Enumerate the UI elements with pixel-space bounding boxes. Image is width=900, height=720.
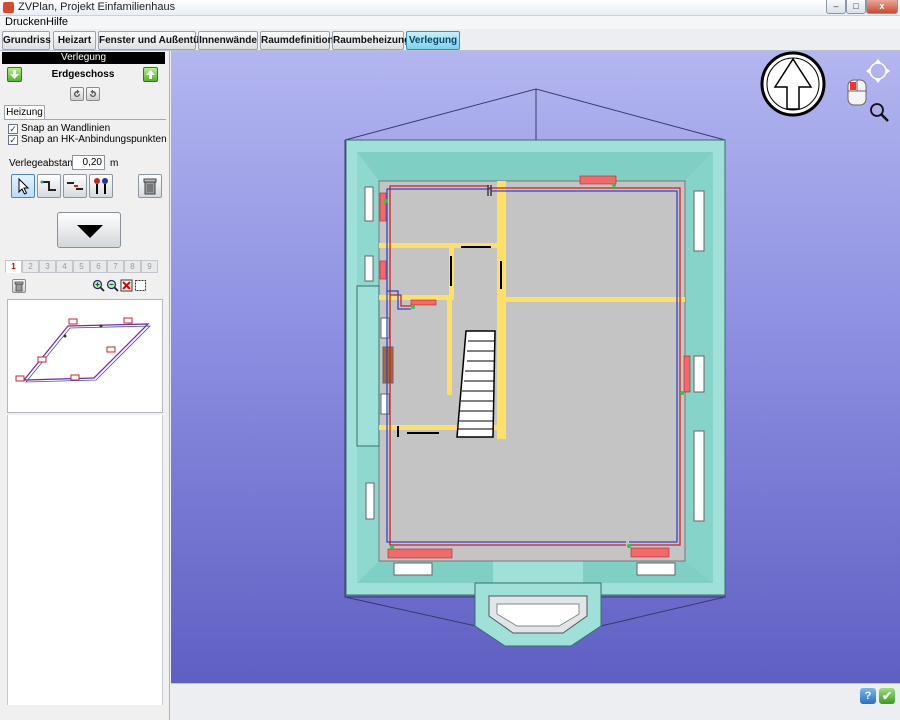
- arrow-up-icon[interactable]: [143, 67, 158, 82]
- delete-button[interactable]: [138, 174, 162, 198]
- riser-tool-button[interactable]: [89, 174, 113, 198]
- tab-verlegung[interactable]: Verlegung: [406, 31, 460, 50]
- cursor-icon: [18, 177, 30, 195]
- north-arrow-icon[interactable]: [760, 51, 826, 117]
- pipe-tool-button[interactable]: [37, 174, 61, 198]
- checkbox-checked-icon: ✓: [8, 124, 18, 134]
- tab-heizart[interactable]: Heizart: [53, 31, 96, 50]
- apply-button[interactable]: [57, 212, 121, 248]
- layer-tab-1[interactable]: 1: [5, 260, 22, 273]
- layer-tab-6[interactable]: 6: [90, 260, 107, 273]
- window-title: ZVPlan, Projekt Einfamilienhaus: [18, 1, 176, 13]
- layer-tab-7[interactable]: 7: [107, 260, 124, 273]
- app-icon: [3, 2, 14, 13]
- clear-layer-button[interactable]: [12, 279, 26, 293]
- panel-header: Verlegung: [2, 52, 165, 64]
- layer-tab-4[interactable]: 4: [56, 260, 73, 273]
- undo-icon[interactable]: [70, 87, 84, 101]
- snap-hk-label: Snap an HK-Anbindungspunkten: [21, 134, 167, 145]
- menu-hilfe[interactable]: Hilfe: [46, 16, 68, 28]
- tab-raumbeheizung[interactable]: Raumbeheizung: [332, 31, 410, 50]
- ok-check-icon[interactable]: ✔: [879, 688, 895, 704]
- triangle-down-icon: [77, 225, 103, 238]
- trash-icon: [14, 281, 24, 292]
- mouse-icon[interactable]: [847, 79, 867, 106]
- floorplan-3d: [344, 51, 890, 647]
- tab-innenwaende[interactable]: Innenwände: [198, 31, 258, 50]
- layer-tab-2[interactable]: 2: [22, 260, 39, 273]
- tab-grundriss[interactable]: Grundriss: [2, 31, 51, 50]
- menu-drucken[interactable]: Drucken: [5, 16, 46, 28]
- zoom-in-icon[interactable]: [92, 279, 105, 292]
- delete-icon[interactable]: [120, 279, 133, 292]
- tab-divider: [4, 119, 166, 120]
- maximize-button[interactable]: □: [846, 0, 866, 14]
- layer-tab-3[interactable]: 3: [39, 260, 56, 273]
- trash-icon: [143, 178, 157, 195]
- app-window: ZVPlan, Projekt Einfamilienhaus – □ x Dr…: [0, 0, 900, 720]
- spacing-input[interactable]: 0,20: [72, 155, 105, 170]
- snap-hk-checkbox[interactable]: ✓ Snap an HK-Anbindungspunkten: [8, 134, 167, 146]
- minimize-button[interactable]: –: [826, 0, 846, 14]
- pan-icon[interactable]: [866, 59, 890, 83]
- snap-wall-label: Snap an Wandlinien: [21, 123, 111, 134]
- close-button[interactable]: x: [866, 0, 898, 14]
- select-tool-button[interactable]: [11, 174, 35, 198]
- floor-slab: [378, 180, 686, 562]
- side-wall-step: [356, 285, 380, 447]
- layer-preview[interactable]: [7, 299, 163, 413]
- fit-icon[interactable]: [134, 279, 147, 292]
- 3d-viewport[interactable]: [171, 51, 900, 683]
- arrow-down-icon[interactable]: [7, 67, 22, 82]
- riser-icon: [94, 178, 108, 194]
- pipe-route-icon: [40, 180, 56, 191]
- help-icon[interactable]: ?: [860, 688, 876, 704]
- tab-fenster-und-aussentueren[interactable]: Fenster und Außentüren: [98, 31, 215, 50]
- connector-icon: [67, 182, 83, 190]
- redo-icon[interactable]: [86, 87, 100, 101]
- layer-tab-5[interactable]: 5: [73, 260, 90, 273]
- tab-heizung[interactable]: Heizung: [4, 105, 45, 120]
- panel-empty-area: [7, 415, 163, 705]
- status-bar: ? ✔: [171, 683, 900, 720]
- layer-tab-9[interactable]: 9: [141, 260, 158, 273]
- floor-name: Erdgeschoss: [51, 69, 115, 80]
- menu-bar: Drucken Hilfe: [0, 16, 900, 29]
- zoom-out-icon[interactable]: [106, 279, 119, 292]
- connect-tool-button[interactable]: [63, 174, 87, 198]
- zoom-icon[interactable]: [870, 103, 889, 122]
- checkbox-checked-icon: ✓: [8, 135, 18, 145]
- spacing-unit: m: [110, 158, 119, 169]
- title-bar: ZVPlan, Projekt Einfamilienhaus – □ x: [0, 0, 900, 16]
- layer-tab-8[interactable]: 8: [124, 260, 141, 273]
- pipe-preview-graphic: [15, 317, 151, 383]
- step-tabbar: Grundriss Heizart Fenster und Außentüren…: [0, 29, 900, 51]
- left-panel: Verlegung Erdgeschoss Heizung ✓ Snap an W…: [0, 51, 170, 720]
- layer-tabs: 1 2 3 4 5 6 7 8 9: [5, 260, 162, 274]
- tab-raumdefinition[interactable]: Raumdefinition: [260, 31, 334, 50]
- spacing-label: Verlegeabstand: [9, 158, 79, 169]
